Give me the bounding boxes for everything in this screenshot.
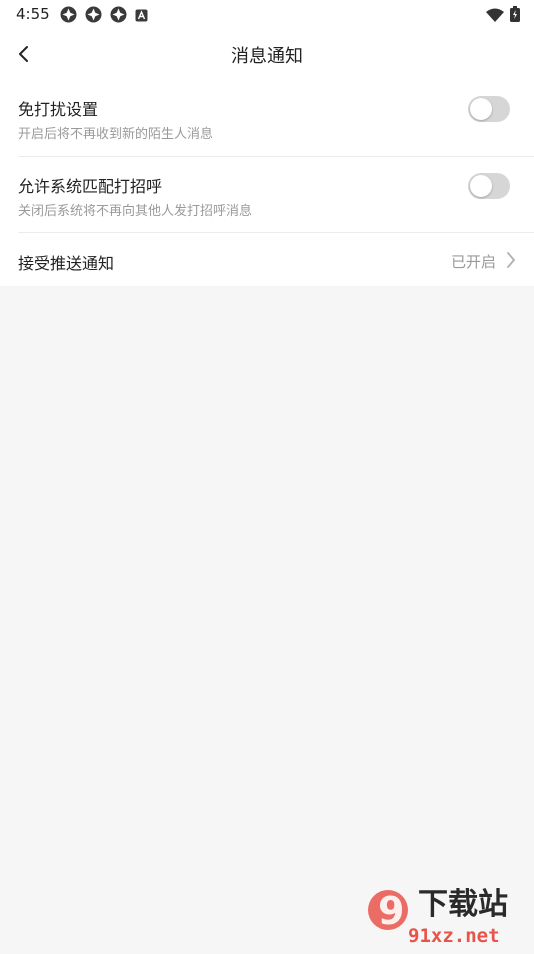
toggle-knob [470,175,492,197]
do-not-disturb-label: 免打扰设置 [18,100,99,119]
push-notification-setting[interactable]: 接受推送通知 已开启 [0,233,534,286]
push-notification-label: 接受推送通知 [18,254,115,273]
watermark-logo-mark: 9 [378,889,404,933]
status-notification-icons [60,6,148,27]
notification-icon [85,6,102,27]
page-title: 消息通知 [231,46,303,67]
do-not-disturb-description: 开启后将不再收到新的陌生人消息 [18,127,214,142]
push-notification-status: 已开启 [450,253,496,271]
status-bar: 4:55 [0,0,534,28]
toggle-knob [470,98,492,120]
status-system-icons [486,6,520,26]
notification-icon [60,6,77,27]
a-icon [135,7,148,26]
do-not-disturb-setting[interactable]: 免打扰设置 开启后将不再收到新的陌生人消息 [0,80,534,156]
watermark-domain: 91xz.net [408,925,500,947]
notification-icon [110,6,127,27]
battery-charging-icon [510,6,520,26]
watermark-brand: 下载站 [418,887,508,922]
chevron-right-icon [507,252,515,268]
system-match-greeting-description: 关闭后系统将不再向其他人发打招呼消息 [18,204,253,219]
system-match-greeting-toggle[interactable] [468,173,510,199]
watermark-logo: 9 下载站 91xz.net [354,880,534,950]
do-not-disturb-toggle[interactable] [468,96,510,122]
nav-bar: 消息通知 [0,28,534,80]
system-match-greeting-setting[interactable]: 允许系统匹配打招呼 关闭后系统将不再向其他人发打招呼消息 [0,157,534,232]
settings-list: 免打扰设置 开启后将不再收到新的陌生人消息 允许系统匹配打招呼 关闭后系统将不再… [0,80,534,286]
wifi-icon [486,7,504,26]
status-time: 4:55 [16,5,50,23]
system-match-greeting-label: 允许系统匹配打招呼 [18,177,163,196]
